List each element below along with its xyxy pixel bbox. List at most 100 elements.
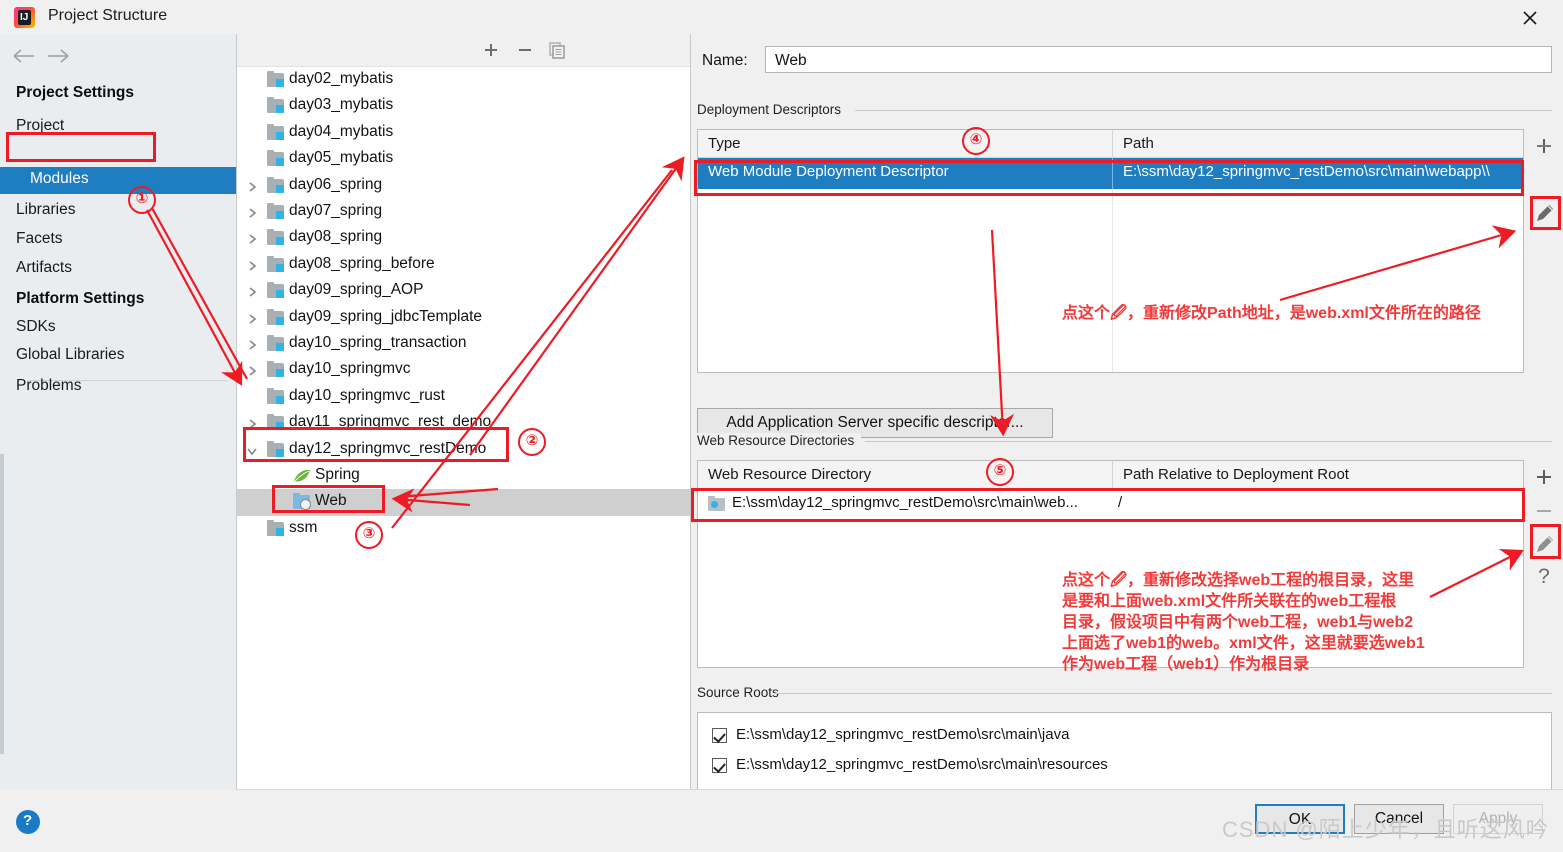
module-folder-icon bbox=[267, 71, 284, 87]
module-tree-item[interactable]: day10_spring_transaction bbox=[237, 331, 690, 357]
module-tree-item[interactable]: day09_spring_jdbcTemplate bbox=[237, 305, 690, 331]
copy-icon[interactable] bbox=[547, 40, 567, 60]
idea-glyph: IJ bbox=[20, 12, 29, 23]
web-resource-directories-rule bbox=[865, 441, 1552, 442]
module-folder-icon bbox=[267, 176, 284, 193]
window-title: Project Structure bbox=[48, 7, 168, 24]
column-header-path: Path bbox=[1123, 135, 1154, 152]
module-tree-item-label: day09_spring_jdbcTemplate bbox=[289, 307, 483, 325]
remove-descriptor-button[interactable] bbox=[1529, 129, 1559, 163]
close-icon[interactable] bbox=[1507, 3, 1553, 31]
module-toolbar bbox=[237, 34, 690, 67]
sidebar-heading-project-settings: Project Settings bbox=[16, 84, 134, 101]
column-divider[interactable] bbox=[1112, 130, 1113, 157]
chevron-right-icon[interactable] bbox=[246, 259, 258, 276]
chevron-right-icon[interactable] bbox=[246, 338, 258, 355]
module-detail-panel: Name: Web Deployment Descriptors Type Pa… bbox=[691, 34, 1563, 817]
minus-icon[interactable] bbox=[515, 40, 535, 60]
annotation-note-webroot-line4: 上面选了web1的web。xml文件，这里就要选web1 bbox=[1062, 635, 1425, 652]
source-roots-rule bbox=[774, 693, 1552, 694]
module-tree-item-label: day06_spring bbox=[289, 175, 383, 193]
help-icon[interactable]: ? bbox=[16, 810, 40, 834]
source-root-path: E:\ssm\day12_springmvc_restDemo\src\main… bbox=[736, 726, 1070, 743]
plus-icon[interactable] bbox=[481, 40, 501, 60]
sidebar-item-sdks[interactable]: SDKs bbox=[16, 318, 56, 336]
chevron-right-icon[interactable] bbox=[246, 364, 258, 381]
annotation-note-path: 点这个🖉，重新修改Path地址，是web.xml文件所在的路径 bbox=[1062, 305, 1481, 322]
source-root-checkbox[interactable] bbox=[712, 758, 727, 773]
annotation-note-webroot-line3: 目录，假设项目中有两个web工程，web1与web2 bbox=[1062, 614, 1414, 631]
web-resource-directories-header: Web Resource Directory Path Relative to … bbox=[698, 461, 1523, 489]
column-header-web-resource-directory: Web Resource Directory bbox=[708, 466, 872, 483]
sidebar-item-problems[interactable]: Problems bbox=[16, 377, 81, 395]
annotation-box-modules bbox=[6, 132, 156, 162]
sidebar-item-artifacts[interactable]: Artifacts bbox=[16, 259, 72, 277]
chevron-right-icon[interactable] bbox=[246, 232, 258, 249]
chevron-right-icon[interactable] bbox=[246, 285, 258, 302]
name-input[interactable]: Web bbox=[765, 46, 1552, 73]
module-tree-item-label: day10_springmvc_rust bbox=[289, 386, 445, 404]
annotation-box-web-node bbox=[272, 485, 385, 513]
module-tree-item-label: day10_springmvc bbox=[289, 360, 411, 378]
annotation-box-edit-web-resource bbox=[1530, 524, 1561, 559]
module-folder-icon bbox=[267, 203, 284, 219]
module-tree-item-label: day05_mybatis bbox=[289, 149, 394, 167]
sidebar-item-modules[interactable]: Modules bbox=[0, 167, 236, 194]
module-tree-item[interactable]: day06_spring bbox=[237, 173, 690, 199]
module-folder-icon bbox=[267, 335, 284, 351]
sidebar-item-libraries[interactable]: Libraries bbox=[16, 201, 75, 219]
module-tree-item-label: day10_spring_transaction bbox=[289, 334, 467, 351]
annotation-number-4: ④ bbox=[962, 127, 990, 155]
intellij-idea-icon: IJ bbox=[14, 7, 35, 28]
module-tree-item[interactable]: day10_springmvc_rust bbox=[237, 384, 690, 410]
annotation-note-webroot-line2: 是要和上面web.xml文件所关联在的web工程根 bbox=[1062, 593, 1397, 610]
column-divider[interactable] bbox=[1112, 461, 1113, 488]
chevron-right-icon[interactable] bbox=[246, 180, 258, 197]
module-tree-item[interactable]: day08_spring_before bbox=[237, 252, 690, 278]
module-tree-item[interactable]: ssm bbox=[237, 516, 690, 542]
module-tree-item[interactable]: day07_spring bbox=[237, 199, 690, 225]
web-resource-directories-title: Web Resource Directories bbox=[697, 433, 862, 448]
module-folder-icon bbox=[267, 519, 284, 536]
annotation-box-edit-descriptor bbox=[1530, 196, 1561, 230]
module-folder-icon bbox=[267, 150, 284, 167]
module-folder-icon bbox=[267, 229, 284, 246]
module-tree-item[interactable]: day02_mybatis bbox=[237, 67, 690, 93]
module-folder-icon bbox=[267, 255, 284, 272]
sidebar-item-facets[interactable]: Facets bbox=[16, 230, 63, 248]
sidebar-scroll-indicator[interactable] bbox=[0, 454, 4, 754]
module-tree-item[interactable]: day03_mybatis bbox=[237, 93, 690, 119]
chevron-right-icon[interactable] bbox=[246, 312, 258, 329]
module-tree-item-label: ssm bbox=[289, 518, 318, 536]
add-web-resource-button[interactable] bbox=[1529, 460, 1559, 494]
sidebar-item-modules-label: Modules bbox=[30, 170, 89, 187]
module-tree-item[interactable]: day10_springmvc bbox=[237, 357, 690, 383]
annotation-number-3: ③ bbox=[355, 521, 383, 549]
annotation-box-descriptor-row bbox=[694, 160, 1524, 196]
chevron-right-icon[interactable] bbox=[246, 206, 258, 223]
table-column-divider bbox=[1112, 189, 1113, 372]
module-folder-icon bbox=[267, 361, 284, 378]
column-header-relative-path: Path Relative to Deployment Root bbox=[1123, 466, 1349, 483]
remove-web-resource-button[interactable] bbox=[1529, 494, 1559, 528]
annotation-number-1: ① bbox=[128, 186, 156, 214]
module-tree-item-label: day07_spring bbox=[289, 202, 383, 219]
module-tree-item[interactable]: day04_mybatis bbox=[237, 120, 690, 146]
annotation-number-2: ② bbox=[518, 428, 546, 456]
sidebar-item-global-libraries[interactable]: Global Libraries bbox=[16, 346, 125, 364]
module-folder-icon bbox=[267, 308, 284, 325]
annotation-box-web-resource-row bbox=[691, 488, 1525, 522]
source-root-checkbox[interactable] bbox=[712, 728, 727, 743]
module-tree-item[interactable]: day08_spring bbox=[237, 225, 690, 251]
module-tree-item-label: day09_spring_AOP bbox=[289, 281, 424, 299]
module-folder-icon bbox=[267, 97, 284, 114]
web-resource-help-icon[interactable]: ? bbox=[1529, 562, 1559, 596]
module-tree-item-label: day02_mybatis bbox=[289, 70, 394, 87]
module-tree-item[interactable]: day05_mybatis bbox=[237, 146, 690, 172]
module-tree-item[interactable]: day09_spring_AOP bbox=[237, 278, 690, 304]
module-tree-item-label: day03_mybatis bbox=[289, 96, 394, 114]
source-root-path: E:\ssm\day12_springmvc_restDemo\src\main… bbox=[736, 756, 1108, 773]
module-folder-icon bbox=[267, 123, 284, 140]
deployment-descriptors-rule bbox=[855, 110, 1552, 111]
name-label: Name: bbox=[702, 52, 748, 69]
